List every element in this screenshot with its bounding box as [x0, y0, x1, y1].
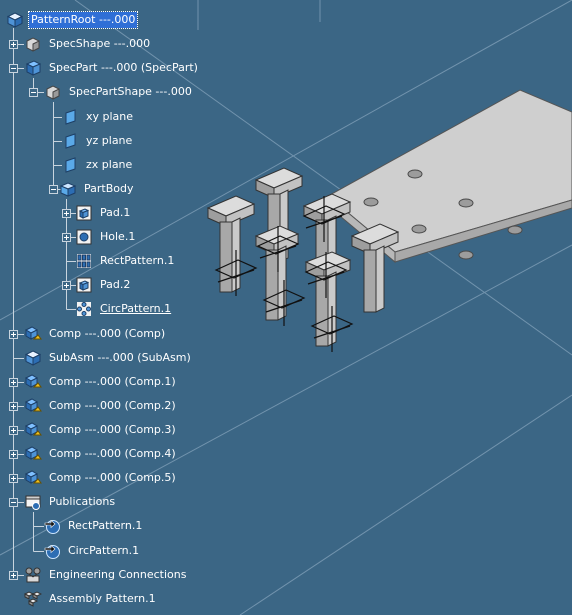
tree-node-comp[interactable]: Comp ---.000 (Comp)	[24, 325, 167, 343]
assembly-pattern-icon	[24, 590, 42, 608]
publications-icon	[24, 493, 42, 511]
tree-node-publications[interactable]: Publications	[24, 493, 117, 511]
engineering-connections-icon	[24, 566, 42, 584]
expand-toggle[interactable]	[9, 450, 18, 459]
tree-node-label: PartBody	[84, 182, 134, 195]
plane-icon	[61, 132, 79, 150]
tree-node-label: Hole.1	[100, 230, 136, 243]
tree-node-label: Comp ---.000 (Comp.3)	[49, 423, 176, 436]
tree-node-label: Comp ---.000 (Comp.2)	[49, 399, 176, 412]
component-icon	[24, 421, 42, 439]
tree-node-label: Comp ---.000 (Comp.5)	[49, 471, 176, 484]
pad-icon	[75, 204, 93, 222]
tree-node-label: CircPattern.1	[68, 544, 140, 557]
tree-node-label: SubAsm ---.000 (SubAsm)	[49, 351, 191, 364]
shape-icon	[24, 35, 42, 53]
tree-node-label: SpecPart ---.000 (SpecPart)	[49, 61, 198, 74]
circ-pattern-icon	[75, 300, 93, 318]
tree-node-label: xy plane	[86, 110, 134, 123]
expand-toggle[interactable]	[9, 474, 18, 483]
expand-toggle[interactable]	[62, 209, 71, 218]
component-icon	[24, 445, 42, 463]
tree-node-pad-1[interactable]: Pad.1	[75, 204, 132, 222]
product-icon	[6, 11, 24, 29]
publication-icon	[43, 517, 61, 535]
expand-toggle[interactable]	[9, 378, 18, 387]
expand-toggle[interactable]	[9, 426, 18, 435]
tree-node-label: yz plane	[86, 134, 133, 147]
tree-node-spec-part-shape[interactable]: SpecPartShape ---.000	[44, 83, 194, 101]
tree-node-label: RectPattern.1	[68, 519, 143, 532]
expand-toggle[interactable]	[9, 571, 18, 580]
tree-node-comp-4[interactable]: Comp ---.000 (Comp.4)	[24, 445, 178, 463]
collapse-toggle[interactable]	[9, 64, 18, 73]
component-icon	[24, 469, 42, 487]
expand-toggle[interactable]	[62, 233, 71, 242]
tree-node-label: SpecShape ---.000	[49, 37, 151, 50]
tree-node-pattern-root[interactable]: PatternRoot ---.000	[6, 11, 139, 29]
collapse-toggle[interactable]	[29, 88, 38, 97]
tree-node-publication-circ-pattern[interactable]: CircPattern.1	[43, 542, 141, 560]
tree-node-rect-pattern-1[interactable]: RectPattern.1	[75, 252, 176, 270]
expand-toggle[interactable]	[62, 281, 71, 290]
tree-node-pad-2[interactable]: Pad.2	[75, 276, 132, 294]
pad-icon	[75, 276, 93, 294]
tree-node-part-body[interactable]: PartBody	[59, 180, 135, 198]
tree-node-hole-1[interactable]: Hole.1	[75, 228, 137, 246]
tree-node-spec-part[interactable]: SpecPart ---.000 (SpecPart)	[24, 59, 200, 77]
tree-node-label: Assembly Pattern.1	[49, 592, 156, 605]
product-icon	[24, 349, 42, 367]
tree-node-label: Pad.2	[100, 278, 131, 291]
plane-icon	[61, 156, 79, 174]
tree-node-label: CircPattern.1	[100, 302, 172, 315]
tree-node-label: RectPattern.1	[100, 254, 175, 267]
tree-node-label: Publications	[49, 495, 116, 508]
tree-node-zx-plane[interactable]: zx plane	[61, 156, 134, 174]
expand-toggle[interactable]	[9, 40, 18, 49]
tree-node-label: Engineering Connections	[49, 568, 187, 581]
tree-node-comp-3[interactable]: Comp ---.000 (Comp.3)	[24, 421, 178, 439]
tree-node-xy-plane[interactable]: xy plane	[61, 108, 135, 126]
tree-node-label: PatternRoot ---.000	[27, 11, 139, 29]
tree-node-label: Comp ---.000 (Comp)	[49, 327, 166, 340]
tree-node-comp-2[interactable]: Comp ---.000 (Comp.2)	[24, 397, 178, 415]
component-icon	[24, 397, 42, 415]
expand-toggle[interactable]	[9, 330, 18, 339]
tree-node-assembly-pattern[interactable]: Assembly Pattern.1	[24, 590, 158, 608]
shape-icon	[44, 83, 62, 101]
part-icon	[24, 59, 42, 77]
tree-node-engineering-connections[interactable]: Engineering Connections	[24, 566, 188, 584]
body-icon	[59, 180, 77, 198]
hole-icon	[75, 228, 93, 246]
component-icon	[24, 373, 42, 391]
tree-node-label: Pad.1	[100, 206, 131, 219]
tree-node-comp-5[interactable]: Comp ---.000 (Comp.5)	[24, 469, 178, 487]
specification-tree[interactable]: PatternRoot ---.000 SpecShape ---.000 Sp…	[0, 0, 572, 615]
collapse-toggle[interactable]	[49, 185, 58, 194]
tree-node-label: Comp ---.000 (Comp.1)	[49, 375, 176, 388]
rect-pattern-icon	[75, 252, 93, 270]
plane-icon	[61, 108, 79, 126]
tree-node-label: Comp ---.000 (Comp.4)	[49, 447, 176, 460]
expand-toggle[interactable]	[9, 402, 18, 411]
collapse-toggle[interactable]	[9, 498, 18, 507]
tree-node-comp-1[interactable]: Comp ---.000 (Comp.1)	[24, 373, 178, 391]
publication-icon	[43, 542, 61, 560]
tree-node-publication-rect-pattern[interactable]: RectPattern.1	[43, 517, 144, 535]
tree-node-label: SpecPartShape ---.000	[69, 85, 192, 98]
tree-node-yz-plane[interactable]: yz plane	[61, 132, 134, 150]
component-icon	[24, 325, 42, 343]
tree-node-spec-shape[interactable]: SpecShape ---.000	[24, 35, 152, 53]
tree-node-label: zx plane	[86, 158, 133, 171]
tree-node-subasm[interactable]: SubAsm ---.000 (SubAsm)	[24, 349, 193, 367]
tree-node-circ-pattern-1[interactable]: CircPattern.1	[75, 300, 173, 318]
